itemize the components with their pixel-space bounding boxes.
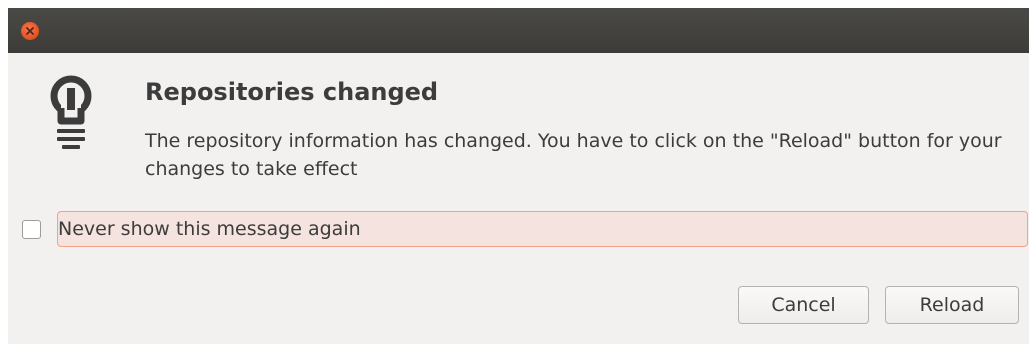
never-show-label-focus[interactable]: Never show this message again — [57, 211, 1028, 247]
close-icon — [26, 27, 34, 35]
dialog-title: Repositories changed — [145, 78, 439, 106]
never-show-checkbox[interactable] — [22, 220, 41, 239]
titlebar[interactable] — [8, 8, 1029, 53]
dialog-message: The repository information has changed. … — [145, 130, 1002, 180]
lightbulb-icon — [50, 75, 92, 149]
never-show-label: Never show this message again — [58, 218, 361, 240]
reload-button[interactable]: Reload — [885, 286, 1019, 324]
close-button[interactable] — [21, 22, 39, 40]
dialog-window: Repositories changed The repository info… — [8, 8, 1029, 344]
cancel-button[interactable]: Cancel — [738, 286, 869, 324]
